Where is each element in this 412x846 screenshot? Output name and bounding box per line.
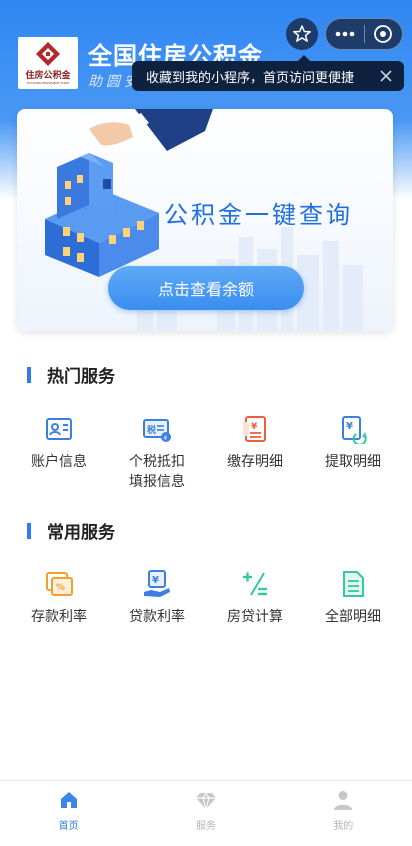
- yuan-withdraw-icon: ¥: [342, 416, 367, 444]
- home-icon: [60, 792, 77, 808]
- common-services-header: 常用服务: [27, 518, 115, 543]
- common-services-grid: % 存款利率 ¥ 贷款利率 房贷计算 全部明细: [10, 569, 402, 627]
- section-accent-bar: [27, 366, 31, 383]
- hot-services-title: 热门服务: [47, 367, 115, 387]
- hot-services-grid: 账户信息 税 ¥ 个税抵扣 填报信息 ¥ 缴存明细 ¥ 提取明细: [10, 414, 402, 492]
- document-list-icon: [343, 571, 364, 597]
- service-deposit-rate[interactable]: % 存款利率: [10, 569, 108, 627]
- check-balance-button[interactable]: 点击查看余额: [108, 266, 304, 310]
- service-account-info[interactable]: 账户信息: [10, 414, 108, 492]
- tab-home[interactable]: 首页: [0, 781, 137, 846]
- close-icon[interactable]: [378, 68, 394, 84]
- yuan-document-icon: ¥: [243, 416, 266, 442]
- user-icon: [334, 791, 353, 810]
- svg-text:¥: ¥: [346, 421, 353, 432]
- favorite-button[interactable]: [286, 18, 318, 50]
- diamond-icon: [195, 792, 216, 811]
- service-all-details[interactable]: 全部明细: [304, 569, 402, 627]
- svg-text:¥: ¥: [164, 435, 168, 442]
- logo-mark-icon: [36, 42, 60, 66]
- logo-subtext: HOUSING PROVIDENT FUND: [27, 81, 69, 85]
- service-label: 全部明细: [325, 609, 381, 625]
- tab-mine[interactable]: 我的: [275, 781, 412, 846]
- common-services-title: 常用服务: [47, 523, 115, 543]
- deposit-rate-icon: %: [46, 572, 73, 596]
- tip-text: 收藏到我的小程序，首页访问更便捷: [146, 70, 355, 86]
- service-label: 房贷计算: [227, 609, 283, 625]
- service-label: 缴存明细: [227, 454, 283, 470]
- more-button[interactable]: [326, 19, 364, 49]
- svg-text:%: %: [56, 583, 65, 593]
- banner-title: 公积金一键查询: [164, 201, 353, 229]
- id-card-icon: [46, 418, 72, 440]
- svg-text:税: 税: [147, 424, 156, 436]
- tab-label: 我的: [333, 821, 354, 832]
- more-icon: [335, 31, 355, 37]
- hot-services-header: 热门服务: [27, 362, 115, 387]
- service-tax-deduction[interactable]: 税 ¥ 个税抵扣 填报信息: [108, 414, 206, 492]
- tab-label: 服务: [195, 821, 216, 832]
- menu-capsule: [325, 18, 403, 50]
- star-icon: [293, 25, 311, 42]
- loan-rate-icon: ¥: [144, 570, 170, 597]
- svg-text:¥: ¥: [152, 575, 159, 586]
- query-banner: 公积金一键查询 点击查看余额: [17, 109, 393, 331]
- service-label: 提取明细: [325, 454, 381, 470]
- add-to-favorites-tip: 收藏到我的小程序，首页访问更便捷: [132, 55, 404, 91]
- service-label: 个税抵扣 填报信息: [129, 454, 185, 490]
- logo-text: 住房公积金: [25, 71, 71, 81]
- service-label: 账户信息: [31, 454, 87, 470]
- service-loan-rate[interactable]: ¥ 贷款利率: [108, 569, 206, 627]
- tax-icon: 税 ¥: [143, 419, 171, 442]
- section-accent-bar: [27, 522, 31, 539]
- service-deposit-details[interactable]: ¥ 缴存明细: [206, 414, 304, 492]
- service-mortgage-calculator[interactable]: 房贷计算: [206, 569, 304, 627]
- tab-label: 首页: [58, 821, 79, 832]
- service-label: 贷款利率: [129, 609, 185, 625]
- calculator-icon: [243, 572, 267, 596]
- service-withdrawal-details[interactable]: ¥ 提取明细: [304, 414, 402, 492]
- tab-services[interactable]: 服务: [137, 781, 274, 846]
- app-logo: 住房公积金 HOUSING PROVIDENT FUND: [18, 37, 78, 89]
- svg-text:¥: ¥: [251, 422, 258, 432]
- close-button[interactable]: [364, 19, 402, 49]
- tab-bar: 首页 服务 我的: [0, 780, 412, 846]
- close-icon: [374, 25, 393, 43]
- service-label: 存款利率: [31, 609, 87, 625]
